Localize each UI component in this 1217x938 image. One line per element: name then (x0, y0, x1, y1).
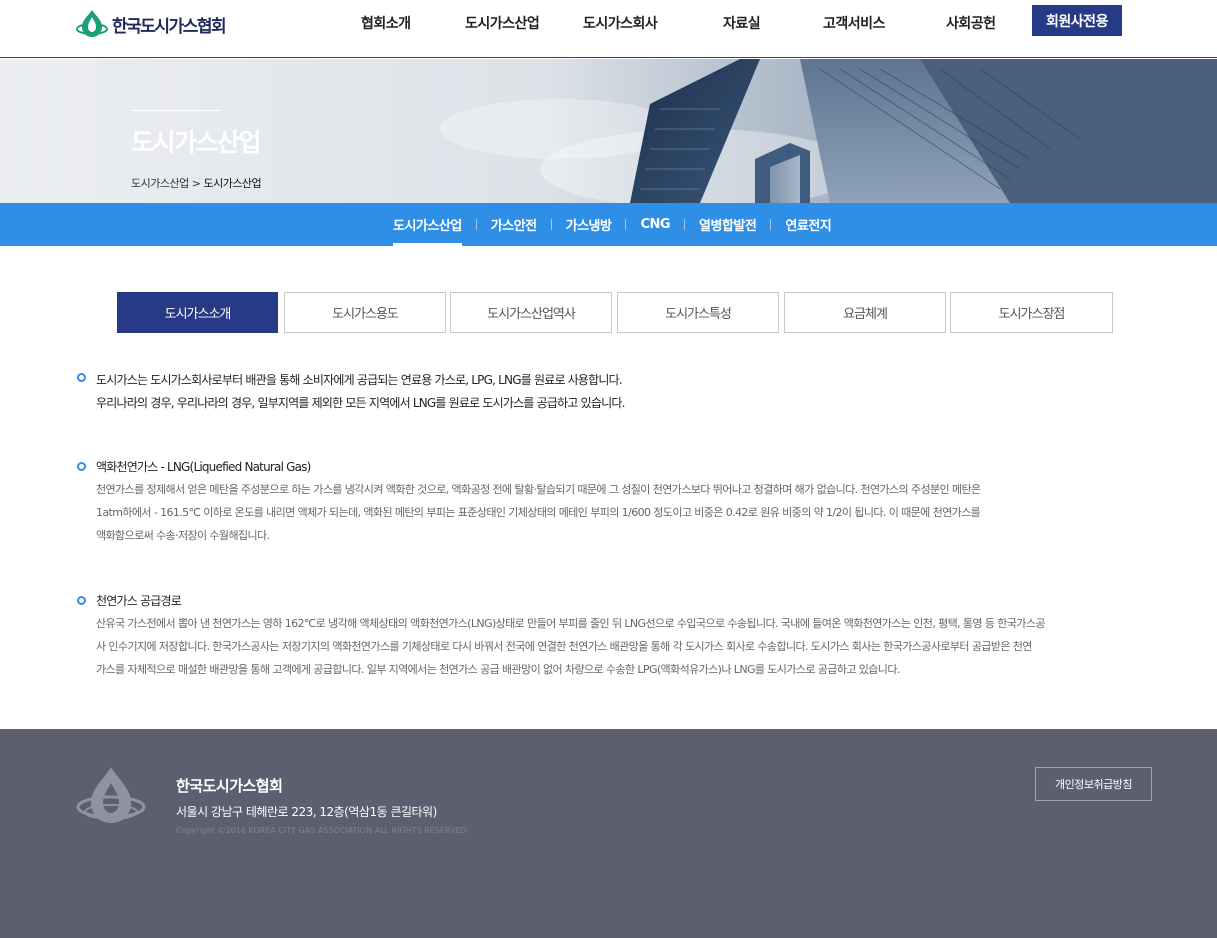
breadcrumb-current: 도시가스산업 (203, 177, 262, 190)
page-banner: 도시가스산업 도시가스산업 > 도시가스산업 (0, 59, 1217, 203)
banner-accent-line (131, 110, 221, 111)
circle-bullet-icon (77, 462, 86, 471)
tab-city-gas-usage[interactable]: 도시가스용도 (284, 292, 446, 333)
lng-body-line-2: 1atm하에서 - 161.5℃ 이하로 온도를 내리면 액체가 되는데, 액화… (96, 506, 981, 519)
content-tabs: 도시가스소개 도시가스용도 도시가스산업역사 도시가스특성 요금체계 도시가스장… (117, 292, 1113, 333)
subnav-divider (550, 219, 552, 230)
subnav-item-gas-cooling[interactable]: 가스냉방 (566, 203, 612, 246)
footer-org-name: 한국도시가스협회 (176, 777, 283, 795)
footer-address: 서울시 강남구 테헤란로 223, 12층(역삼1동 큰길타워) (176, 805, 437, 819)
gnb-item-customer[interactable]: 고객서비스 (823, 13, 885, 33)
supply-body-line-1: 산유국 가스전에서 뽑아 낸 천연가스는 영하 162℃로 냉각해 액체상태의 … (96, 617, 1045, 630)
subnav-item-cng[interactable]: CNG (640, 203, 670, 246)
page-title: 도시가스산업 (131, 128, 262, 157)
tab-city-gas-intro[interactable]: 도시가스소개 (117, 292, 278, 333)
circle-bullet-icon (77, 373, 86, 382)
tab-advantages[interactable]: 도시가스장점 (950, 292, 1113, 333)
section-supply-route: 천연가스 공급경로 산유국 가스전에서 뽑아 낸 천연가스는 영하 162℃로 … (77, 592, 1167, 681)
subnav-item-city-gas-industry[interactable]: 도시가스산업 (393, 203, 462, 246)
breadcrumb-parent[interactable]: 도시가스산업 (131, 177, 189, 190)
subnav-item-cogeneration[interactable]: 열병합발전 (699, 203, 757, 246)
sub-navigation: 도시가스산업 가스안전 가스냉방 CNG 열병합발전 연료전지 (0, 203, 1217, 246)
lng-body-line-1: 천연가스를 정제해서 얻은 메탄을 주성분으로 하는 가스를 냉각시켜 액화한 … (96, 483, 981, 496)
tab-industry-history[interactable]: 도시가스산업역사 (450, 292, 612, 333)
subnav-divider (770, 219, 772, 230)
site-footer: 한국도시가스협회 서울시 강남구 테헤란로 223, 12층(역삼1동 큰길타워… (0, 729, 1217, 938)
site-header: 한국도시가스협회 협회소개 도시가스산업 도시가스회사 자료실 고객서비스 사회… (0, 0, 1217, 58)
flame-drop-logo-icon (76, 767, 146, 823)
footer-copyright: Copyright ©2016 KOREA CITY GAS ASSOCIATI… (176, 826, 467, 835)
breadcrumb: 도시가스산업 > 도시가스산업 (131, 175, 262, 191)
supply-body-line-3: 가스를 자체적으로 매설한 배관망을 통해 고객에게 공급합니다. 일부 지역에… (96, 663, 900, 676)
gnb-item-resources[interactable]: 자료실 (723, 13, 761, 33)
lng-title: 액화천연가스 - LNG(Liquefied Natural Gas) (96, 460, 311, 474)
subnav-divider (684, 219, 686, 230)
circle-bullet-icon (77, 596, 86, 605)
intro-line-2: 우리나라의 경우, 우리나라의 경우, 일부지역를 제외한 모든 지역에서 LN… (96, 396, 625, 410)
supply-body-line-2: 사 인수기지에 저장합니다. 한국가스공사는 저장기지의 액화천연가스를 기체상… (96, 640, 1032, 653)
subnav-divider (625, 219, 627, 230)
tab-characteristics[interactable]: 도시가스특성 (617, 292, 779, 333)
intro-line-1: 도시가스는 도시가스회사로부터 배관을 통해 소비자에게 공급되는 연료용 가스… (96, 373, 623, 387)
subnav-divider (475, 219, 477, 230)
gnb-item-about[interactable]: 협회소개 (361, 13, 411, 33)
lng-body-line-3: 액화함으로써 수송·저장이 수월해집니다. (96, 529, 270, 542)
gnb-item-companies[interactable]: 도시가스회사 (583, 13, 658, 33)
member-only-button[interactable]: 회원사전용 (1032, 5, 1122, 36)
gnb-item-industry[interactable]: 도시가스산업 (465, 13, 540, 33)
supply-title: 천연가스 공급경로 (96, 594, 182, 608)
subnav-item-fuel-cell[interactable]: 연료전지 (785, 203, 831, 246)
privacy-policy-button[interactable]: 개인정보취급방침 (1035, 767, 1152, 801)
gnb-item-social[interactable]: 사회공헌 (946, 13, 996, 33)
breadcrumb-separator: > (191, 177, 201, 190)
tab-rate-system[interactable]: 요금체계 (784, 292, 946, 333)
section-intro: 도시가스는 도시가스회사로부터 배관을 통해 소비자에게 공급되는 연료용 가스… (77, 369, 1167, 415)
subnav-item-gas-safety[interactable]: 가스안전 (491, 203, 537, 246)
section-lng: 액화천연가스 - LNG(Liquefied Natural Gas) 천연가스… (77, 458, 1167, 547)
